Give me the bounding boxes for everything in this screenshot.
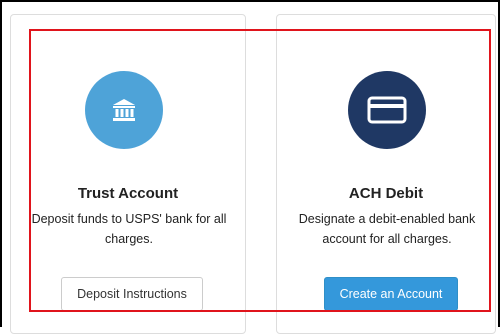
bank-icon [113,99,135,121]
credit-card-icon [367,96,407,124]
trust-account-description: Deposit funds to USPS' bank for all char… [31,212,227,246]
ach-debit-icon-circle [348,71,426,149]
create-account-button[interactable]: Create an Account [324,277,458,311]
trust-account-title: Trust Account [77,185,179,202]
ach-debit-title: ACH Debit [348,185,424,202]
ach-debit-description: Designate a debit-enabled bank account f… [298,212,476,246]
deposit-instructions-button[interactable]: Deposit Instructions [61,277,203,311]
trust-account-card: Trust Account Deposit funds to USPS' ban… [10,14,246,334]
ach-debit-card: ACH Debit Designate a debit-enabled bank… [276,14,496,334]
trust-account-icon-circle [85,71,163,149]
